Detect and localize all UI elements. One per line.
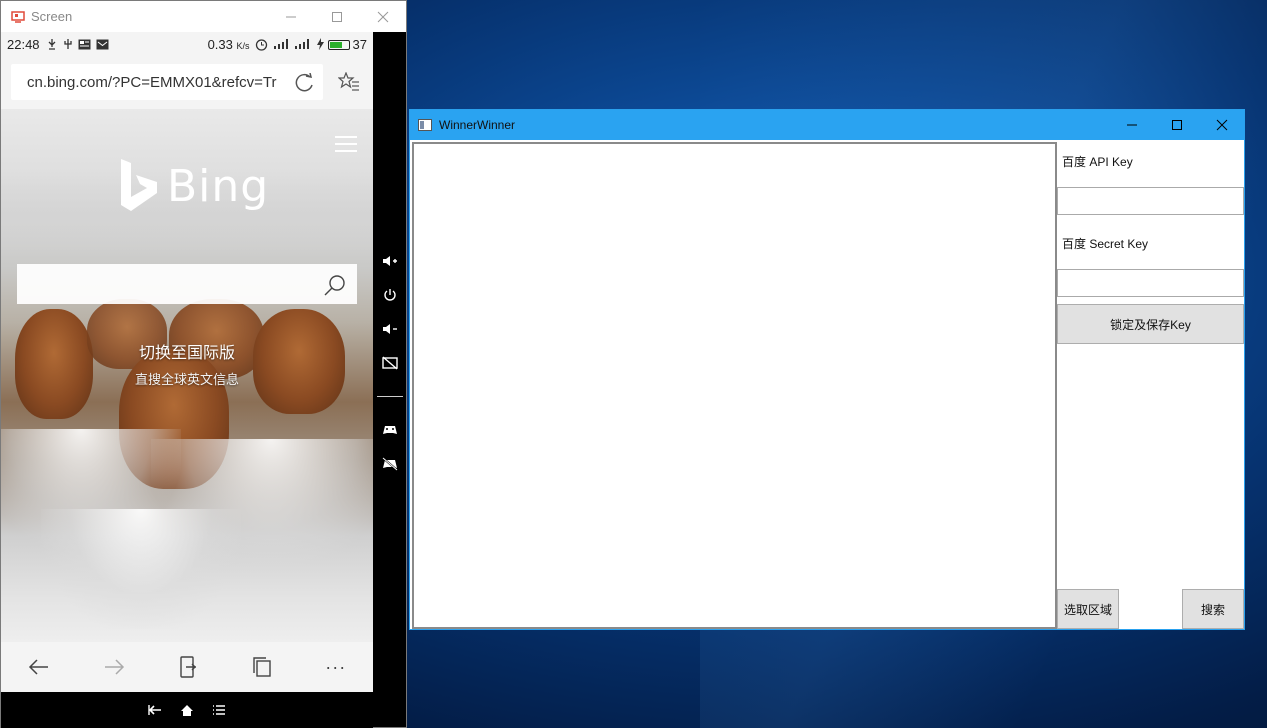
battery-indicator: 37: [327, 36, 367, 52]
screen-titlebar[interactable]: Screen: [1, 1, 406, 32]
bing-b-icon: [121, 159, 157, 211]
volume-down-button[interactable]: [373, 312, 407, 346]
close-icon: [377, 11, 389, 22]
screen-window-title: Screen: [31, 9, 73, 24]
hd-signal-icon: [273, 39, 288, 49]
bing-search-input[interactable]: [17, 264, 357, 304]
status-time: 22:48: [7, 36, 40, 52]
url-field[interactable]: cn.bing.com/?PC=EMMX01&refcv=Tr: [11, 64, 323, 100]
switch-international-link[interactable]: 切换至国际版: [1, 339, 373, 363]
secret-key-label: 百度 Secret Key: [1062, 237, 1149, 251]
screen-off-button[interactable]: [373, 346, 407, 380]
phone-screen[interactable]: 22:48 0.33 K/s 37 cn.bing.com/?PC=EMMX01…: [1, 32, 373, 692]
side-controls-divider: [377, 396, 403, 397]
charging-icon: [316, 38, 324, 50]
news-app-icon: [78, 39, 91, 49]
gamepad-icon: [383, 426, 397, 434]
screen-close-button[interactable]: [360, 1, 406, 32]
net-rate-unit: K/s: [236, 40, 250, 51]
usb-icon: [48, 39, 56, 50]
ww-maximize-button[interactable]: [1154, 110, 1199, 140]
tabs-icon[interactable]: [252, 656, 272, 678]
battery-icon: [327, 40, 350, 51]
usb-plug-icon: [63, 39, 72, 49]
browser-bottom-toolbar: ···: [1, 642, 373, 692]
back-icon[interactable]: [148, 704, 162, 716]
maximize-icon: [1171, 120, 1182, 130]
volume-up-icon: [383, 256, 397, 266]
status-net-rate: 0.33 K/s: [208, 37, 250, 52]
intl-subtitle: 直搜全球英文信息: [134, 372, 239, 387]
gamepad-off-icon: [382, 457, 398, 471]
bing-homepage: Bing 切换至国际版 直搜全球英文信息: [1, 109, 373, 642]
api-key-label: 百度 API Key: [1062, 155, 1133, 169]
screen-mirror-window: Screen 22:48 0.33 K/s 37 cn.bing.com/?PC…: [0, 0, 407, 728]
reload-icon[interactable]: [294, 73, 316, 93]
net-rate-value: 0.33: [207, 36, 233, 52]
bing-logo: Bing: [119, 159, 269, 213]
gamepad-off-button[interactable]: [373, 447, 407, 481]
minimize-icon: [1126, 124, 1137, 126]
ww-close-button[interactable]: [1199, 110, 1244, 140]
power-button[interactable]: [373, 278, 407, 312]
screen-app-icon: [11, 10, 25, 23]
phone-status-bar: 22:48 0.33 K/s 37: [1, 32, 373, 56]
ww-settings-panel: 百度 API Key 百度 Secret Key 锁定及保存Key 选取区域 搜…: [1057, 140, 1244, 629]
close-icon: [1216, 119, 1227, 131]
home-icon[interactable]: [180, 704, 194, 717]
status-notification-icons: [46, 38, 109, 50]
favorite-star-icon[interactable]: [338, 72, 360, 92]
android-nav-bar: [1, 692, 373, 728]
lock-save-key-button[interactable]: 锁定及保存Key: [1057, 304, 1244, 344]
background-frost: [41, 509, 241, 629]
api-key-input[interactable]: [1057, 187, 1244, 215]
secret-key-input[interactable]: [1057, 269, 1244, 297]
battery-level: 37: [352, 36, 367, 52]
gamepad-button[interactable]: [373, 413, 407, 447]
screen-maximize-button[interactable]: [314, 1, 360, 32]
screen-minimize-button[interactable]: [268, 1, 314, 32]
winnerwinner-titlebar[interactable]: WinnerWinner: [410, 110, 1244, 140]
ww-minimize-button[interactable]: [1109, 110, 1154, 140]
alarm-icon: [255, 38, 267, 51]
maximize-icon: [332, 11, 342, 22]
menu-icon[interactable]: [212, 704, 226, 716]
search-icon[interactable]: [323, 273, 347, 297]
browser-url-bar: cn.bing.com/?PC=EMMX01&refcv=Tr: [1, 56, 373, 109]
volume-down-icon: [383, 324, 397, 334]
forward-icon[interactable]: [103, 658, 125, 676]
search-button[interactable]: 搜索: [1182, 589, 1244, 629]
bing-wordmark: Bing: [167, 160, 270, 212]
select-region-button[interactable]: 选取区域: [1057, 589, 1119, 629]
mirror-side-controls: [373, 244, 407, 481]
share-to-pc-icon[interactable]: [178, 656, 198, 678]
capture-preview-area[interactable]: [412, 142, 1057, 629]
power-icon: [384, 289, 396, 301]
minimize-icon: [286, 16, 296, 17]
status-system-icons: [255, 38, 324, 51]
background-cow: [15, 309, 93, 419]
winnerwinner-title: WinnerWinner: [439, 118, 516, 132]
screen-off-icon: [382, 356, 398, 370]
more-icon[interactable]: ···: [325, 657, 346, 678]
winnerwinner-window: WinnerWinner 百度 API Key 百度 Secret Key 锁定…: [409, 109, 1245, 630]
back-icon[interactable]: [28, 658, 50, 676]
window-app-icon: [418, 119, 432, 131]
volume-up-button[interactable]: [373, 244, 407, 278]
signal-icon: [294, 39, 309, 49]
mail-app-icon: [96, 39, 109, 49]
menu-hamburger-icon[interactable]: [335, 136, 357, 152]
